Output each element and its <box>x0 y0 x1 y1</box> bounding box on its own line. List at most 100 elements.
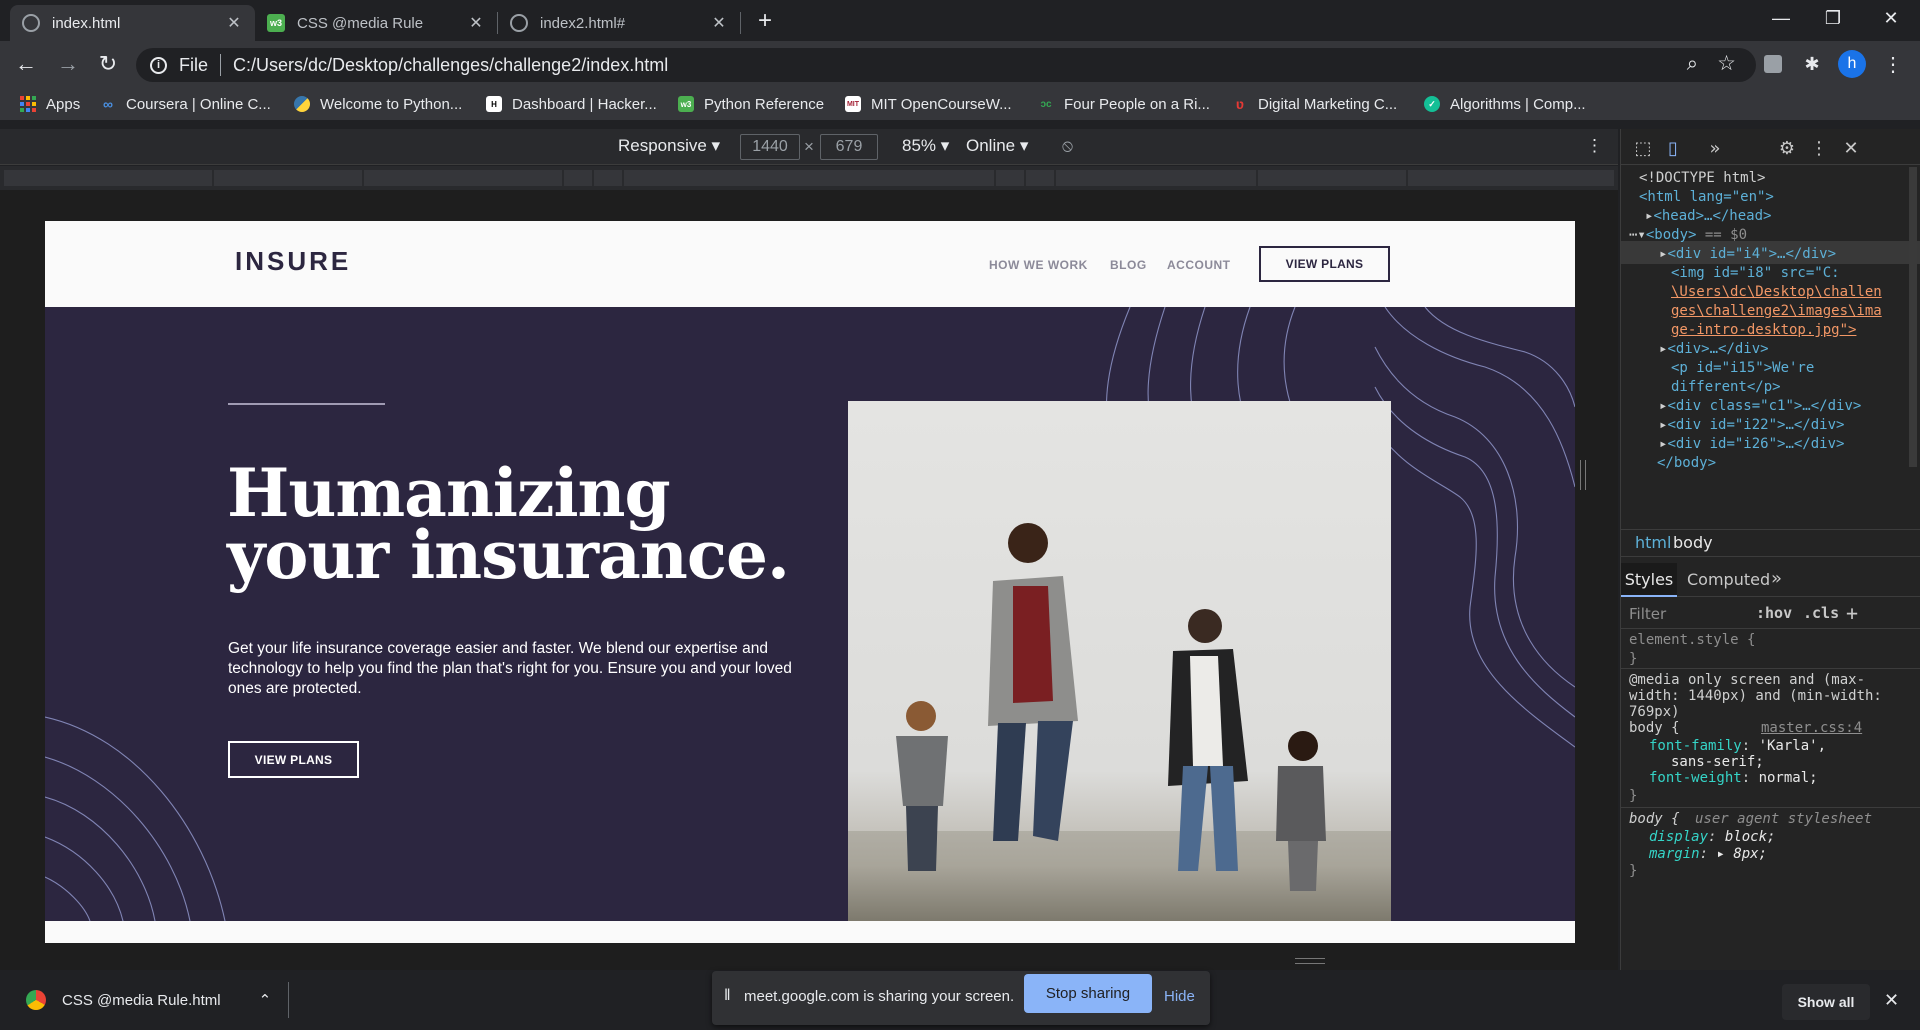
resize-handle-bottom[interactable] <box>1295 958 1325 964</box>
profile-avatar[interactable]: h <box>1838 50 1866 78</box>
download-item[interactable]: CSS @media Rule.html ⌃ <box>0 970 288 1030</box>
bookmark-label: Four People on a Ri... <box>1064 95 1210 113</box>
media-query-segment[interactable] <box>564 170 592 186</box>
hov-toggle[interactable]: :hov <box>1756 604 1792 622</box>
media-query-segment[interactable] <box>624 170 994 186</box>
decl-font-weight[interactable]: font-weight: normal; <box>1649 769 1818 788</box>
media-query-segment[interactable] <box>1026 170 1054 186</box>
dom-div-i26-text: <div id="i26">…</div> <box>1667 436 1845 452</box>
minimize-button[interactable]: — <box>1752 0 1810 36</box>
bookmark-hackerrank[interactable]: H Dashboard | Hacker... <box>486 93 657 115</box>
view-plans-header-button[interactable]: VIEW PLANS <box>1259 246 1390 282</box>
media-query-segment[interactable] <box>364 170 562 186</box>
insure-logo[interactable]: INSURE <box>235 246 351 277</box>
ua-body-selector[interactable]: body { <box>1629 810 1680 829</box>
cls-toggle[interactable]: .cls <box>1803 604 1839 622</box>
prop-name: margin <box>1649 846 1700 862</box>
media-query-segment[interactable] <box>1258 170 1406 186</box>
forward-button[interactable]: → <box>54 50 82 78</box>
bookmark-coursera[interactable]: ∞ Coursera | Online C... <box>100 93 271 115</box>
dom-body-close[interactable]: </body> <box>1657 452 1716 475</box>
media-query-segment[interactable] <box>1408 170 1614 186</box>
close-icon[interactable]: ✕ <box>467 13 485 33</box>
info-icon[interactable]: i <box>150 56 167 74</box>
device-toolbar: Responsive ▾ 1440 × 679 85% ▾ Online ▾ ⦸… <box>0 129 1618 165</box>
more-tabs-icon[interactable]: » <box>1771 568 1782 589</box>
settings-gear-icon[interactable]: ⚙ <box>1775 136 1799 160</box>
star-icon[interactable]: ☆ <box>1717 51 1736 76</box>
inspect-element-icon[interactable]: ⬚ <box>1631 136 1655 160</box>
hide-button[interactable]: Hide <box>1164 988 1195 1005</box>
bookmark-python[interactable]: Welcome to Python... <box>294 93 462 115</box>
show-all-button[interactable]: Show all <box>1782 984 1870 1020</box>
prop-name: font-weight <box>1649 770 1742 786</box>
rotate-icon[interactable]: ⦸ <box>1062 136 1073 156</box>
nav-how-we-work[interactable]: HOW WE WORK <box>989 258 1088 272</box>
bookmark-label: Apps <box>46 95 81 113</box>
bookmark-four-people[interactable]: ↄc Four People on a Ri... <box>1038 93 1210 115</box>
media-query-segment[interactable] <box>1056 170 1256 186</box>
rule-source-link[interactable]: master.css:4 <box>1761 719 1862 738</box>
network-throttle-select[interactable]: Online ▾ <box>966 136 1028 156</box>
bookmark-label: Welcome to Python... <box>320 95 463 113</box>
close-devtools-icon[interactable]: ✕ <box>1839 136 1863 160</box>
breadcrumb-body[interactable]: body <box>1673 533 1713 552</box>
puzzle-icon[interactable]: ✱ <box>1799 51 1825 77</box>
back-button[interactable]: ← <box>12 50 40 78</box>
zoom-select[interactable]: 85% ▾ <box>902 136 949 156</box>
tab-index-html[interactable]: index.html ✕ <box>10 5 255 41</box>
media-query-segment[interactable] <box>594 170 622 186</box>
device-mode-select[interactable]: Responsive ▾ <box>618 136 720 156</box>
new-rule-plus-icon[interactable]: + <box>1846 601 1858 625</box>
nav-account[interactable]: ACCOUNT <box>1167 258 1231 272</box>
tab-css-media-rule[interactable]: w3 CSS @media Rule ✕ <box>255 5 497 41</box>
close-icon[interactable]: ✕ <box>710 13 728 33</box>
tab-index2-html[interactable]: index2.html# ✕ <box>498 5 740 41</box>
media-query-segment[interactable] <box>214 170 362 186</box>
bookmark-label: Dashboard | Hacker... <box>512 95 657 113</box>
zoom-search-icon[interactable]: ⌕ <box>1687 53 1698 76</box>
device-toolbar-menu-icon[interactable]: ⋮ <box>1586 136 1603 156</box>
expand-arrow-icon[interactable]: ⋯▾ <box>1629 227 1646 243</box>
restore-button[interactable]: ❐ <box>1804 0 1862 36</box>
height-input[interactable]: 679 <box>820 134 878 160</box>
bookmark-digital-marketing[interactable]: ʋ Digital Marketing C... <box>1232 93 1397 115</box>
close-icon[interactable]: ✕ <box>225 13 243 33</box>
expand-arrow-icon[interactable]: ▸ <box>1716 846 1724 862</box>
filter-input[interactable]: Filter <box>1629 605 1666 623</box>
url-text[interactable]: C:/Users/dc/Desktop/challenges/challenge… <box>233 55 668 76</box>
resize-handle-right[interactable] <box>1580 460 1586 490</box>
close-window-button[interactable]: ✕ <box>1862 0 1920 36</box>
tab-computed[interactable]: Computed <box>1687 570 1770 589</box>
stop-sharing-button[interactable]: Stop sharing <box>1024 974 1152 1013</box>
bookmark-algorithms[interactable]: ✓ Algorithms | Comp... <box>1424 93 1586 115</box>
rule-element-style[interactable]: element.style { <box>1629 631 1755 650</box>
new-tab-button[interactable]: + <box>750 6 780 36</box>
style-rules: element.style { } @media only screen and… <box>1621 631 1920 970</box>
devtools-menu-icon[interactable]: ⋮ <box>1807 136 1831 160</box>
close-shelf-icon[interactable]: ✕ <box>1884 990 1899 1011</box>
address-bar[interactable]: i File C:/Users/dc/Desktop/challenges/ch… <box>136 48 1756 82</box>
device-toggle-icon[interactable]: ▯ <box>1661 136 1685 160</box>
drag-handle-icon[interactable]: ‖ <box>724 987 731 1005</box>
emulated-viewport: INSURE HOW WE WORK BLOG ACCOUNT VIEW PLA… <box>0 190 1618 970</box>
view-plans-hero-button[interactable]: VIEW PLANS <box>228 741 359 778</box>
more-tabs-icon[interactable]: » <box>1703 136 1727 160</box>
bookmark-python-reference[interactable]: w3 Python Reference <box>678 93 824 115</box>
media-query-segment[interactable] <box>996 170 1024 186</box>
tab-styles[interactable]: Styles <box>1621 563 1677 597</box>
width-input[interactable]: 1440 <box>740 134 800 160</box>
media-query-segment[interactable] <box>4 170 212 186</box>
breadcrumb-html[interactable]: html <box>1635 533 1671 552</box>
elements-scrollbar[interactable] <box>1909 167 1917 467</box>
chevron-up-icon[interactable]: ⌃ <box>259 991 272 1009</box>
nav-blog[interactable]: BLOG <box>1110 258 1147 272</box>
bookmark-apps[interactable]: Apps <box>20 93 80 115</box>
menu-icon[interactable]: ⋮ <box>1880 51 1906 77</box>
extension-icon[interactable] <box>1760 51 1786 77</box>
rule-body-selector[interactable]: body { <box>1629 719 1680 738</box>
bookmark-mit-ocw[interactable]: MIT MIT OpenCourseW... <box>845 93 1012 115</box>
share-message: meet.google.com is sharing your screen. <box>744 988 1015 1005</box>
scheme-label: File <box>179 54 209 75</box>
reload-button[interactable]: ↻ <box>94 50 122 78</box>
